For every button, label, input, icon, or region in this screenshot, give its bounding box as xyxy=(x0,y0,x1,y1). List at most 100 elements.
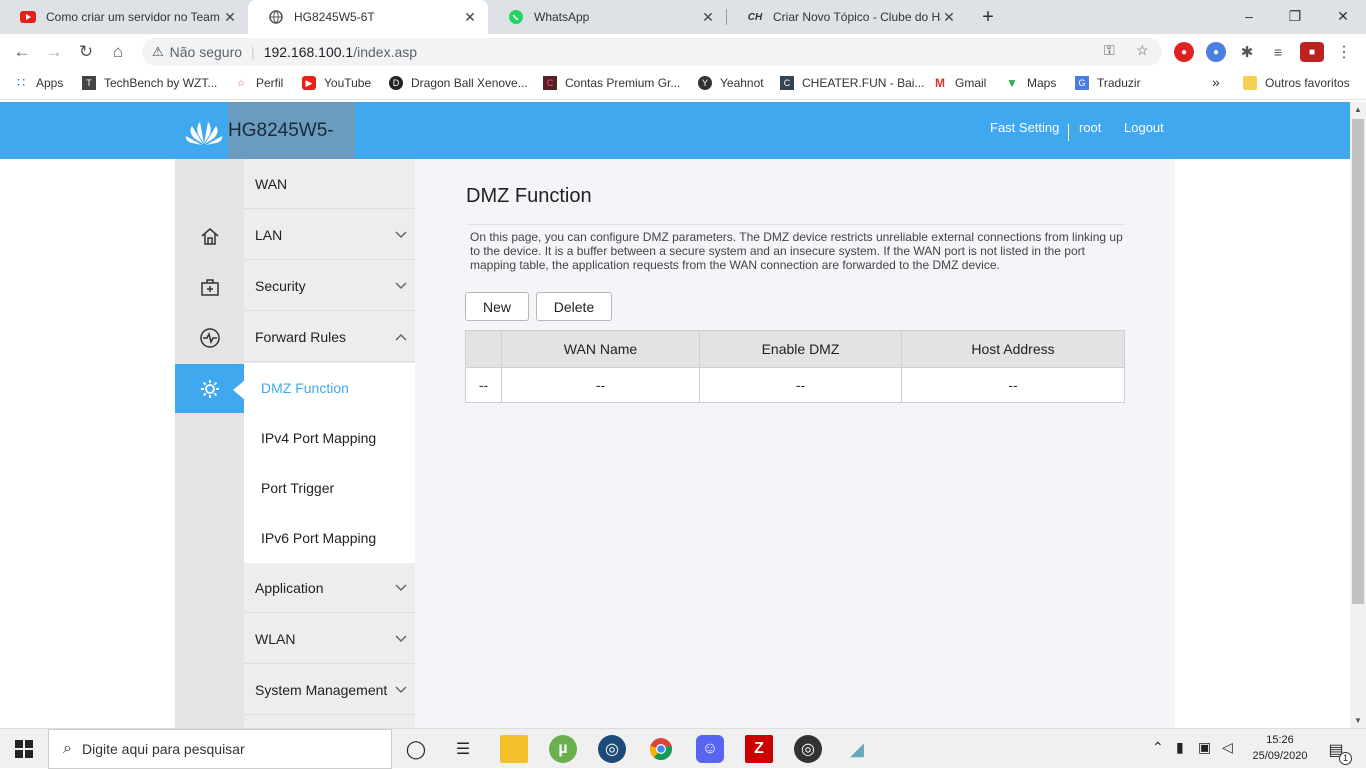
cortana-icon[interactable]: ◯ xyxy=(402,735,430,763)
reload-icon[interactable]: ↻ xyxy=(72,38,100,66)
extension-blue-icon[interactable]: ● xyxy=(1206,42,1226,62)
utorrent-icon[interactable]: µ xyxy=(549,735,577,763)
tab-youtube[interactable]: Como criar um servidor no Team ✕ xyxy=(0,0,248,34)
tray-chevron-up-icon[interactable]: ⌃ xyxy=(1152,739,1164,756)
notifications-icon[interactable]: ▤ 1 xyxy=(1322,736,1352,765)
extension-adblock-icon[interactable]: ● xyxy=(1174,42,1194,62)
profile-avatar[interactable]: ■ xyxy=(1300,42,1324,62)
windows-start-button[interactable] xyxy=(0,729,48,769)
microphone-icon[interactable]: ▮ xyxy=(1176,739,1184,756)
bookmark-yeahnot[interactable]: Y Yeahnot xyxy=(698,76,764,90)
bookmark-dragonball[interactable]: D Dragon Ball Xenove... xyxy=(389,76,528,90)
bookmark-outros-favoritos[interactable]: Outros favoritos xyxy=(1243,76,1350,90)
bookmark-gmail[interactable]: M Gmail xyxy=(933,76,986,90)
scroll-down-icon[interactable]: ▼ xyxy=(1350,716,1366,725)
page-scrollbar[interactable]: ▲ ▼ xyxy=(1350,102,1366,728)
status-pulse-icon[interactable] xyxy=(175,313,244,362)
logout-link[interactable]: Logout xyxy=(1124,120,1164,135)
bookmark-traduzir[interactable]: G Traduzir xyxy=(1075,76,1141,90)
close-tab-icon[interactable]: ✕ xyxy=(941,9,957,26)
contas-icon: C xyxy=(543,76,557,90)
menu-security[interactable]: Security xyxy=(244,261,415,311)
bookmark-contas-premium[interactable]: C Contas Premium Gr... xyxy=(543,76,680,90)
bookmark-star-icon[interactable]: ☆ xyxy=(1136,42,1149,59)
delete-button[interactable]: Delete xyxy=(536,292,612,321)
menu-kebab-icon[interactable]: ⋮ xyxy=(1334,42,1354,62)
minimize-button[interactable]: – xyxy=(1226,4,1272,30)
teamspeak-icon[interactable]: ◎ xyxy=(598,735,626,763)
bookmark-cheater[interactable]: C CHEATER.FUN - Bai... xyxy=(780,76,924,90)
scrollbar-thumb[interactable] xyxy=(1352,119,1364,604)
restore-button[interactable]: ❐ xyxy=(1272,4,1318,30)
volume-icon[interactable]: ◁ xyxy=(1222,739,1233,756)
user-link[interactable]: root xyxy=(1079,120,1101,135)
perfil-icon: ☆ xyxy=(236,77,246,88)
menu-system-management[interactable]: System Management xyxy=(244,665,415,715)
bookmark-techbench[interactable]: T TechBench by WZT... xyxy=(82,76,217,90)
menu-wan[interactable]: WAN xyxy=(244,159,415,209)
router-page: HG8245W5-6T Fast Setting root Logout WAN… xyxy=(0,102,1350,728)
new-tab-button[interactable]: + xyxy=(976,5,1000,29)
chevron-down-icon xyxy=(395,279,407,293)
close-window-button[interactable]: ✕ xyxy=(1320,4,1366,30)
menu-application[interactable]: Application xyxy=(244,563,415,613)
page-description: On this page, you can configure DMZ para… xyxy=(470,230,1123,272)
home-icon[interactable]: ⌂ xyxy=(104,38,132,66)
back-icon[interactable]: ← xyxy=(8,38,36,66)
dmz-table: WAN Name Enable DMZ Host Address -- -- -… xyxy=(465,330,1125,403)
bookmark-apps[interactable]: ∷ Apps xyxy=(14,75,64,90)
submenu-port-trigger[interactable]: Port Trigger xyxy=(244,463,415,513)
tab-whatsapp[interactable]: WhatsApp ✕ xyxy=(488,0,726,34)
reading-list-icon[interactable]: ≡ xyxy=(1268,42,1288,62)
close-tab-icon[interactable]: ✕ xyxy=(222,9,238,26)
globe-icon xyxy=(268,9,284,25)
whatsapp-icon xyxy=(508,9,524,25)
extensions-puzzle-icon[interactable]: ✱ xyxy=(1237,42,1257,62)
browser-tab-bar: Como criar um servidor no Team ✕ HG8245W… xyxy=(0,0,1366,34)
taskbar-search-box[interactable]: ⌕ Digite aqui para pesquisar xyxy=(48,729,392,769)
file-explorer-icon[interactable] xyxy=(500,735,528,763)
side-menu: WAN LAN Security Forward Rules DMZ Funct… xyxy=(244,159,415,728)
tab-router[interactable]: HG8245W5-6T ✕ xyxy=(248,0,488,34)
chrome-icon[interactable] xyxy=(647,735,675,763)
address-bar[interactable]: ⚠ Não seguro | 192.168.100.1/index.asp ⚿… xyxy=(142,38,1162,66)
tab-clube-do-hardware[interactable]: CH Criar Novo Tópico - Clube do Ha ✕ xyxy=(727,0,967,34)
home-icon[interactable] xyxy=(175,211,244,260)
yeahnot-icon: Y xyxy=(698,76,712,90)
menu-forward-rules[interactable]: Forward Rules xyxy=(244,312,415,362)
submenu-dmz-function[interactable]: DMZ Function xyxy=(244,363,415,413)
forward-icon[interactable]: → xyxy=(40,38,68,66)
table-cell: -- xyxy=(465,367,502,403)
filezilla-icon[interactable]: Z xyxy=(745,735,773,763)
bookmark-perfil[interactable]: ☆ Perfil xyxy=(234,76,283,90)
fast-setting-link[interactable]: Fast Setting xyxy=(990,120,1059,135)
maps-icon: ▼ xyxy=(1006,76,1018,90)
notepad-icon[interactable]: ◢ xyxy=(843,735,871,763)
table-cell: -- xyxy=(699,367,902,403)
submenu-ipv6-port-mapping[interactable]: IPv6 Port Mapping xyxy=(244,513,415,563)
key-icon[interactable]: ⚿ xyxy=(1104,42,1115,59)
submenu-ipv4-port-mapping[interactable]: IPv4 Port Mapping xyxy=(244,413,415,463)
youtube-icon: ▶ xyxy=(302,76,316,90)
network-icon[interactable]: ▣ xyxy=(1198,739,1211,756)
device-model-title: HG8245W5-6T xyxy=(228,102,355,198)
close-tab-icon[interactable]: ✕ xyxy=(462,9,478,26)
menu-lan[interactable]: LAN xyxy=(244,210,415,260)
more-bookmarks-icon[interactable]: » xyxy=(1212,74,1220,90)
teamspeak-alt-icon[interactable]: ◎ xyxy=(794,735,822,763)
taskbar-clock[interactable]: 15:26 25/09/2020 xyxy=(1248,732,1312,764)
scroll-up-icon[interactable]: ▲ xyxy=(1350,105,1366,114)
discord-icon[interactable]: ☺ xyxy=(696,735,724,763)
gear-icon[interactable] xyxy=(175,364,245,413)
menu-wlan[interactable]: WLAN xyxy=(244,614,415,664)
toolbox-icon[interactable] xyxy=(175,262,244,311)
url-text: 192.168.100.1/index.asp xyxy=(263,44,418,60)
table-row[interactable]: -- -- -- -- xyxy=(465,367,1125,403)
column-header-host-address: Host Address xyxy=(901,330,1125,368)
close-tab-icon[interactable]: ✕ xyxy=(700,9,716,26)
new-button[interactable]: New xyxy=(465,292,529,321)
search-icon: ⌕ xyxy=(63,740,72,757)
task-view-icon[interactable]: ☰ xyxy=(449,735,477,763)
bookmark-youtube[interactable]: ▶ YouTube xyxy=(302,76,371,90)
bookmark-maps[interactable]: ▼ Maps xyxy=(1005,76,1056,90)
